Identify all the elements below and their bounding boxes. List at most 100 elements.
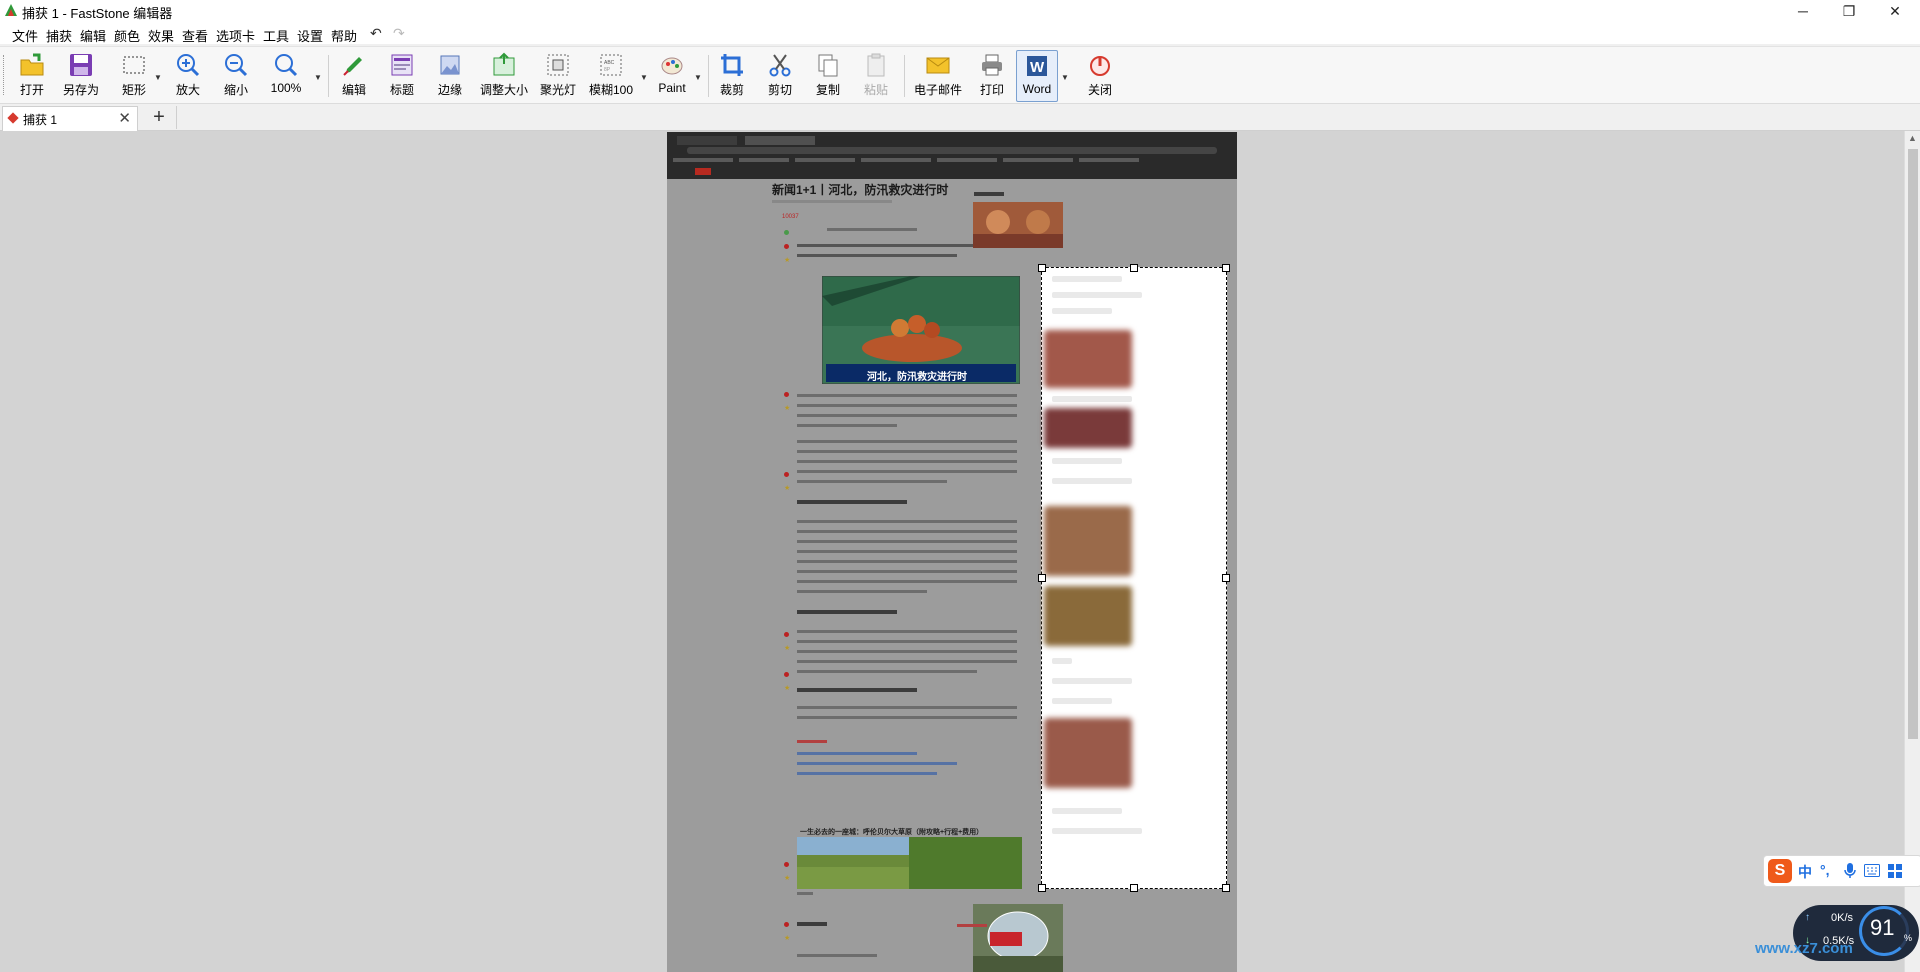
tab-capture-1[interactable]: 捕获 1 ✕ — [2, 106, 138, 131]
zoom-in-button[interactable]: 放大 — [168, 50, 208, 100]
title-bar: 捕获 1 - FastStone 编辑器 ─ ❐ ✕ — [0, 0, 1920, 22]
paint-button[interactable]: Paint — [652, 50, 692, 100]
paint-dropdown-icon[interactable]: ▼ — [694, 73, 702, 82]
captured-bookmark — [861, 158, 931, 162]
selection-handle-left[interactable] — [1038, 574, 1046, 582]
captured-text-line — [797, 414, 1017, 417]
captured-bookmark — [1079, 158, 1139, 162]
menu-tabs[interactable]: 选项卡 — [216, 26, 255, 45]
resize-button[interactable]: 调整大小 — [478, 50, 530, 100]
edit-button[interactable]: 编辑 — [334, 50, 374, 100]
captured-bookmark — [1003, 158, 1073, 162]
captured-text-line — [797, 640, 1017, 643]
captured-star-icon: ★ — [784, 405, 791, 412]
blurred-text — [1052, 276, 1122, 282]
ime-chinese-mode[interactable]: 中 — [1798, 862, 1812, 882]
zoom-magnifier-icon — [275, 54, 298, 77]
captured-bookmark — [937, 158, 997, 162]
close-window-button[interactable]: ✕ — [1872, 0, 1918, 22]
blurred-photo — [1044, 506, 1132, 576]
toolbar-separator — [708, 55, 709, 97]
print-button[interactable]: 打印 — [972, 50, 1012, 100]
toolbox-grid-icon[interactable] — [1888, 864, 1902, 878]
captured-related-link — [797, 772, 937, 775]
blur-button[interactable]: ABC 8P 模糊100 — [586, 50, 636, 100]
menu-effects[interactable]: 效果 — [148, 26, 174, 45]
sogou-logo-icon[interactable]: S — [1768, 859, 1792, 883]
crop-button[interactable]: 裁剪 — [712, 50, 752, 100]
undo-icon[interactable]: ↶ — [370, 25, 382, 42]
selection-handle-top[interactable] — [1130, 264, 1138, 272]
open-button[interactable]: 打开 — [12, 50, 52, 100]
print-label: 打印 — [979, 83, 1004, 97]
cut-button[interactable]: 剪切 — [760, 50, 800, 100]
captured-share-icon — [784, 672, 789, 677]
rectangle-button[interactable]: 矩形 — [114, 50, 154, 100]
selection-handle-right[interactable] — [1222, 574, 1230, 582]
menu-view[interactable]: 查看 — [182, 26, 208, 45]
microphone-icon[interactable] — [1844, 863, 1856, 879]
captured-share-icon — [784, 632, 789, 637]
menu-settings[interactable]: 设置 — [297, 26, 323, 45]
selection-handle-bottom-left[interactable] — [1038, 884, 1046, 892]
menu-colors[interactable]: 颜色 — [114, 26, 140, 45]
selection-rectangle[interactable] — [1038, 264, 1230, 892]
edge-button[interactable]: 边缘 — [430, 50, 470, 100]
add-tab-button[interactable]: + — [142, 106, 177, 129]
menu-help[interactable]: 帮助 — [331, 26, 357, 45]
menu-tools[interactable]: 工具 — [263, 26, 289, 45]
captured-comment-count: 10037 — [782, 214, 799, 220]
vertical-scrollbar[interactable]: ▲ — [1904, 131, 1920, 972]
captured-video-caption: 河北，防汛救灾进行时 — [867, 372, 967, 383]
caption-icon — [391, 54, 413, 76]
captured-subheading — [797, 500, 907, 504]
menu-file[interactable]: 文件 — [12, 26, 38, 45]
toolbar-separator — [904, 55, 905, 97]
captured-text-line — [797, 954, 877, 957]
captured-share-icon — [784, 862, 789, 867]
caption-button[interactable]: 标题 — [382, 50, 422, 100]
image-canvas[interactable]: 新闻1+1丨河北，防汛救灾进行时 河北，防汛救灾进行时 一生必去的一座城：呼伦贝… — [0, 131, 1904, 972]
zoom-level-button[interactable]: 100% — [264, 50, 308, 100]
captured-text-line — [797, 660, 1017, 663]
captured-meta-line — [772, 200, 892, 203]
rectangle-dropdown-icon[interactable]: ▼ — [154, 73, 162, 82]
keyboard-icon[interactable] — [1864, 864, 1880, 877]
menu-bar: 文件 捕获 编辑 颜色 效果 查看 选项卡 工具 设置 帮助 ↶ ↷ — [0, 22, 1920, 44]
zoom-out-button[interactable]: 缩小 — [216, 50, 256, 100]
selection-handle-top-right[interactable] — [1222, 264, 1230, 272]
blur-dropdown-icon[interactable]: ▼ — [640, 73, 648, 82]
caption-label: 标题 — [389, 83, 414, 97]
zoom-dropdown-icon[interactable]: ▼ — [314, 73, 322, 82]
scrollbar-thumb[interactable] — [1908, 149, 1918, 739]
copy-button[interactable]: 复制 — [808, 50, 848, 100]
menu-capture[interactable]: 捕获 — [46, 26, 72, 45]
tab-close-icon[interactable]: ✕ — [118, 109, 131, 127]
word-dropdown-icon[interactable]: ▼ — [1061, 73, 1069, 82]
menu-edit[interactable]: 编辑 — [80, 26, 106, 45]
ime-punctuation-icon[interactable]: °, — [1820, 862, 1830, 878]
blurred-text — [1052, 458, 1122, 464]
captured-text-line — [797, 520, 1017, 523]
rectangle-select-icon — [123, 56, 145, 74]
email-button[interactable]: 电子邮件 — [910, 50, 966, 100]
word-button[interactable]: W Word — [1016, 50, 1058, 102]
spotlight-button[interactable]: 聚光灯 — [536, 50, 580, 100]
close-button[interactable]: 关闭 — [1080, 50, 1120, 100]
captured-star-icon: ★ — [784, 935, 791, 942]
blurred-text — [1052, 658, 1072, 664]
selection-handle-top-left[interactable] — [1038, 264, 1046, 272]
selection-handle-bottom[interactable] — [1130, 884, 1138, 892]
paint-palette-icon — [661, 57, 683, 75]
paste-clipboard-icon — [867, 53, 885, 77]
ime-toolbar[interactable]: S 中 °, — [1763, 855, 1920, 887]
copy-icon — [818, 54, 838, 77]
maximize-button[interactable]: ❐ — [1826, 0, 1872, 22]
power-icon — [1090, 56, 1110, 76]
scroll-up-icon[interactable]: ▲ — [1908, 133, 1917, 143]
minimize-button[interactable]: ─ — [1780, 0, 1826, 22]
paste-button: 粘贴 — [856, 50, 896, 100]
selection-handle-bottom-right[interactable] — [1222, 884, 1230, 892]
open-folder-icon — [20, 53, 44, 76]
save-as-button[interactable]: 另存为 — [58, 50, 104, 100]
